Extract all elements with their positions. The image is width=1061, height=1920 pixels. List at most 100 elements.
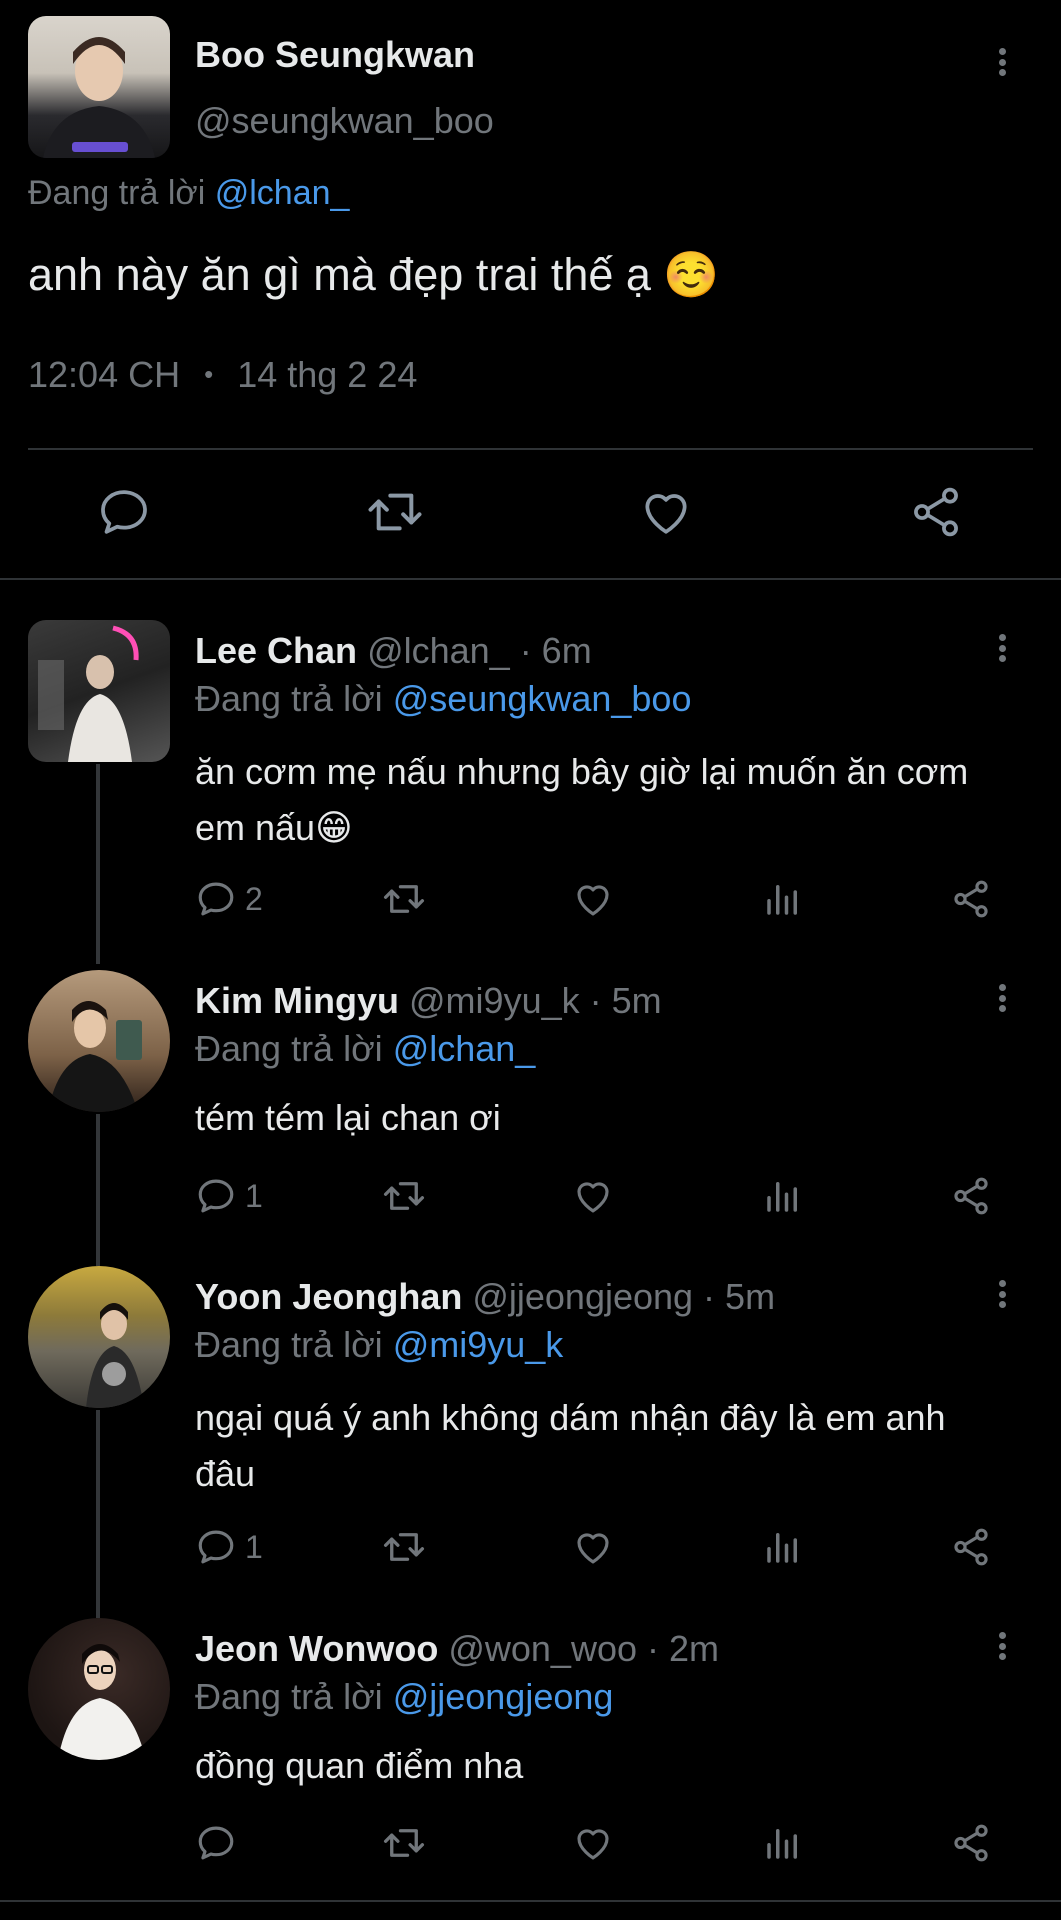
reply-like-button[interactable] — [572, 1175, 614, 1222]
reply-replying-line: Đang trả lời @mi9yu_k — [195, 1324, 563, 1366]
reply-avatar[interactable] — [28, 1618, 170, 1760]
retweet-icon — [383, 1533, 425, 1561]
reply-replying-line: Đang trả lời @lchan_ — [195, 1028, 535, 1070]
reply-author-meta[interactable]: @jjeongjeong · 5m — [472, 1276, 775, 1317]
main-tweet-author-handle[interactable]: @seungkwan_boo — [195, 100, 494, 142]
reply-more-icon[interactable] — [994, 1626, 1010, 1666]
views-icon — [767, 885, 797, 915]
thread-line — [96, 764, 100, 964]
main-retweet-button[interactable] — [364, 484, 426, 545]
replying-prefix: Đang trả lời — [195, 1324, 383, 1365]
replying-to-link[interactable]: @lchan_ — [393, 1028, 536, 1069]
reply-reply-button[interactable]: 1 — [195, 1526, 263, 1568]
heart-icon — [577, 885, 609, 916]
reply-views-button[interactable] — [762, 878, 804, 925]
share-icon — [954, 1824, 988, 1862]
reply-reply-button[interactable]: 1 — [195, 1175, 263, 1217]
reply-author-meta[interactable]: @mi9yu_k · 5m — [409, 980, 662, 1021]
retweet-icon — [368, 493, 422, 531]
avatar-silhouette — [43, 37, 155, 158]
main-tweet-avatar[interactable] — [28, 16, 170, 158]
reply-retweet-button[interactable] — [380, 878, 428, 925]
reply-share-button[interactable] — [950, 1175, 992, 1222]
reply-author-name[interactable]: Lee Chan — [195, 630, 357, 671]
reply-views-button[interactable] — [762, 1175, 804, 1222]
share-icon — [954, 1177, 988, 1215]
replying-prefix: Đang trả lời — [195, 1028, 383, 1069]
reply-avatar[interactable] — [28, 620, 170, 762]
reply-share-button[interactable] — [950, 1822, 992, 1869]
divider — [0, 578, 1061, 580]
replying-to-link[interactable]: @lchan_ — [215, 174, 350, 212]
reply-like-button[interactable] — [572, 1526, 614, 1573]
main-share-button[interactable] — [908, 484, 964, 545]
avatar-silhouette — [86, 1303, 144, 1408]
reply-share-button[interactable] — [950, 878, 992, 925]
main-tweet-more-icon[interactable] — [994, 42, 1010, 82]
heart-icon — [645, 494, 687, 534]
reply-views-button[interactable] — [762, 1526, 804, 1573]
divider — [28, 448, 1033, 450]
reply-author-name[interactable]: Yoon Jeonghan — [195, 1276, 462, 1317]
reply-icon — [198, 1530, 234, 1564]
divider — [0, 1900, 1061, 1902]
replying-prefix: Đang trả lời — [195, 678, 383, 719]
views-icon — [767, 1533, 797, 1563]
main-tweet-timestamp: 12:04 CH • 14 thg 2 24 — [28, 354, 417, 396]
reply-replying-line: Đang trả lời @jjeongjeong — [195, 1676, 613, 1718]
avatar-silhouette — [38, 625, 139, 762]
reply-views-button[interactable] — [762, 1822, 804, 1869]
reply-retweet-button[interactable] — [380, 1526, 428, 1573]
reply-like-button[interactable] — [572, 878, 614, 925]
reply-header: Yoon Jeonghan @jjeongjeong · 5m — [195, 1276, 775, 1318]
share-icon — [954, 1528, 988, 1566]
main-tweet-replying-line: Đang trả lời @lchan_ — [28, 174, 349, 213]
reply-replying-line: Đang trả lời @seungkwan_boo — [195, 678, 691, 720]
reply-icon — [198, 882, 234, 916]
reply-count: 1 — [245, 1528, 263, 1565]
reply-author-name[interactable]: Jeon Wonwoo — [195, 1628, 438, 1669]
replying-to-link[interactable]: @seungkwan_boo — [393, 678, 692, 719]
reply-author-meta[interactable]: @won_woo · 2m — [448, 1628, 719, 1669]
tweet-date: 14 thg 2 24 — [237, 354, 418, 395]
reply-author-name[interactable]: Kim Mingyu — [195, 980, 399, 1021]
reply-more-icon[interactable] — [994, 1274, 1010, 1314]
reply-like-button[interactable] — [572, 1822, 614, 1869]
reply-header: Lee Chan @lchan_ · 6m — [195, 630, 592, 672]
reply-retweet-button[interactable] — [380, 1175, 428, 1222]
retweet-icon — [383, 885, 425, 913]
reply-header: Jeon Wonwoo @won_woo · 2m — [195, 1628, 719, 1670]
reply-author-meta[interactable]: @lchan_ · 6m — [367, 630, 592, 671]
replying-to-link[interactable]: @jjeongjeong — [393, 1676, 614, 1717]
heart-icon — [577, 1533, 609, 1564]
reply-icon — [198, 1826, 234, 1860]
thread-line — [96, 1410, 100, 1618]
share-icon — [954, 880, 988, 918]
replying-prefix: Đang trả lời — [195, 1676, 383, 1717]
main-tweet-author-name[interactable]: Boo Seungkwan — [195, 34, 475, 76]
avatar-silhouette — [58, 1644, 146, 1760]
heart-icon — [577, 1182, 609, 1213]
views-icon — [767, 1829, 797, 1859]
thread-line — [96, 1114, 100, 1266]
share-icon — [914, 487, 958, 537]
reply-share-button[interactable] — [950, 1526, 992, 1573]
reply-text: ăn cơm mẹ nấu nhưng bây giờ lại muốn ăn … — [195, 751, 969, 848]
views-icon — [767, 1182, 797, 1212]
reply-avatar[interactable] — [28, 1266, 170, 1408]
replying-prefix: Đang trả lời — [28, 174, 206, 212]
reply-avatar[interactable] — [28, 970, 170, 1112]
reply-more-icon[interactable] — [994, 978, 1010, 1018]
reply-reply-button[interactable] — [195, 1822, 245, 1864]
avatar-silhouette — [48, 1001, 142, 1112]
replying-to-link[interactable]: @mi9yu_k — [393, 1324, 564, 1365]
reply-header: Kim Mingyu @mi9yu_k · 5m — [195, 980, 662, 1022]
main-tweet-text: anh này ăn gì mà đẹp trai thế ạ ☺️ — [28, 249, 720, 300]
main-reply-button[interactable] — [96, 484, 152, 545]
main-like-button[interactable] — [638, 484, 694, 545]
reply-count: 1 — [245, 1177, 263, 1214]
reply-more-icon[interactable] — [994, 628, 1010, 668]
reply-reply-button[interactable]: 2 — [195, 878, 263, 920]
reply-retweet-button[interactable] — [380, 1822, 428, 1869]
reply-text: ngại quá ý anh không dám nhận đây là em … — [195, 1397, 946, 1494]
